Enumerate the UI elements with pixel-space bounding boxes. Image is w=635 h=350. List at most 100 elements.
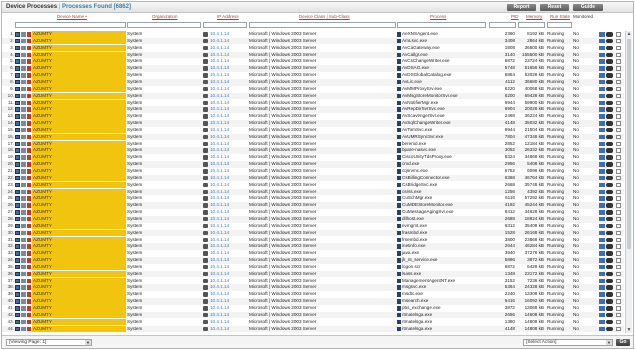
edit-icon[interactable] — [599, 134, 605, 140]
device-icon[interactable] — [15, 148, 20, 153]
toolbox-icon[interactable] — [21, 155, 26, 160]
edit-icon[interactable] — [599, 121, 605, 126]
ip-terminal-icon[interactable] — [203, 312, 208, 318]
toolbox-icon[interactable] — [21, 312, 26, 318]
ip-address-cell[interactable]: 10.4.1.14 — [210, 264, 246, 271]
scroll-down-icon[interactable]: ▼ — [626, 327, 632, 333]
device-name-cell[interactable]: AZUMTY — [32, 78, 126, 86]
bug-icon[interactable] — [27, 210, 31, 215]
ip-terminal-icon[interactable] — [203, 141, 208, 147]
ip-terminal-icon[interactable] — [203, 52, 208, 58]
device-icon[interactable] — [15, 114, 20, 119]
col-memory[interactable]: Memory — [526, 14, 542, 19]
row-checkbox[interactable] — [616, 306, 621, 311]
ip-address-cell[interactable]: 10.4.1.14 — [210, 120, 246, 127]
go-button[interactable]: Go — [616, 339, 630, 346]
toolbox-icon[interactable] — [21, 32, 26, 37]
camera-icon[interactable] — [606, 155, 613, 160]
ip-address-cell[interactable]: 10.4.1.14 — [210, 127, 246, 134]
ip-address-cell[interactable]: 10.4.1.14 — [210, 72, 246, 79]
device-icon[interactable] — [15, 203, 20, 208]
camera-icon[interactable] — [606, 66, 613, 71]
row-checkbox[interactable] — [616, 134, 621, 140]
col-organization[interactable]: Organization — [152, 14, 178, 19]
select-action-dropdown[interactable]: [Select Action] ▼ — [523, 339, 613, 346]
device-icon[interactable] — [15, 59, 20, 64]
organization-filter-input[interactable] — [127, 22, 201, 28]
camera-icon[interactable] — [606, 264, 613, 270]
bug-icon[interactable] — [27, 141, 31, 147]
ip-terminal-icon[interactable] — [203, 258, 208, 263]
toolbox-icon[interactable] — [21, 100, 26, 105]
row-checkbox[interactable] — [616, 299, 621, 304]
edit-icon[interactable] — [599, 210, 605, 215]
row-checkbox[interactable] — [616, 285, 621, 290]
edit-icon[interactable] — [599, 148, 605, 153]
ip-address-cell[interactable]: 10.4.1.14 — [210, 38, 246, 45]
ip-terminal-icon[interactable] — [203, 299, 208, 304]
bug-icon[interactable] — [27, 182, 31, 188]
edit-icon[interactable] — [599, 196, 605, 201]
edit-icon[interactable] — [599, 32, 605, 37]
toolbox-icon[interactable] — [21, 148, 26, 153]
toolbox-icon[interactable] — [21, 326, 26, 332]
ip-terminal-icon[interactable] — [203, 169, 208, 174]
ip-terminal-icon[interactable] — [203, 292, 208, 297]
ip-address-cell[interactable]: 10.4.1.14 — [210, 45, 246, 52]
device-icon[interactable] — [15, 38, 20, 44]
ip-address-cell[interactable]: 10.4.1.14 — [210, 147, 246, 154]
edit-icon[interactable] — [599, 162, 605, 167]
edit-icon[interactable] — [599, 155, 605, 160]
device-name-cell[interactable]: AZUMTY — [32, 298, 126, 305]
device-icon[interactable] — [15, 141, 20, 147]
edit-icon[interactable] — [599, 251, 605, 256]
camera-icon[interactable] — [606, 251, 613, 256]
bug-icon[interactable] — [27, 216, 31, 222]
row-checkbox[interactable] — [616, 114, 621, 119]
ip-terminal-icon[interactable] — [203, 127, 208, 133]
camera-icon[interactable] — [606, 100, 613, 105]
row-checkbox[interactable] — [616, 292, 621, 297]
row-checkbox[interactable] — [616, 66, 621, 71]
ip-terminal-icon[interactable] — [203, 306, 208, 311]
device-name-cell[interactable]: AZUMTY — [32, 161, 126, 168]
ip-terminal-icon[interactable] — [203, 264, 208, 270]
edit-icon[interactable] — [599, 271, 605, 277]
edit-icon[interactable] — [599, 93, 605, 99]
device-name-cell[interactable]: AZUMTY — [32, 99, 126, 107]
camera-icon[interactable] — [606, 319, 613, 325]
device-icon[interactable] — [15, 45, 20, 51]
device-icon[interactable] — [15, 32, 20, 37]
camera-icon[interactable] — [606, 182, 613, 188]
ip-address-cell[interactable]: 10.4.1.14 — [210, 31, 246, 38]
camera-icon[interactable] — [606, 271, 613, 277]
edit-icon[interactable] — [599, 292, 605, 297]
toolbox-icon[interactable] — [21, 141, 26, 147]
pid-filter-input[interactable] — [489, 22, 516, 28]
row-checkbox[interactable] — [616, 326, 621, 332]
ip-terminal-icon[interactable] — [203, 155, 208, 160]
row-checkbox[interactable] — [616, 230, 621, 236]
ip-terminal-icon[interactable] — [203, 32, 208, 37]
ip-address-cell[interactable]: 10.4.1.14 — [210, 216, 246, 223]
device-name-cell[interactable]: AZUMTY — [32, 325, 126, 333]
ip-address-cell[interactable]: 10.4.1.14 — [210, 195, 246, 202]
device-name-cell[interactable]: AZUMTY — [32, 72, 126, 79]
ip-terminal-icon[interactable] — [203, 86, 208, 92]
camera-icon[interactable] — [606, 127, 613, 133]
edit-icon[interactable] — [599, 230, 605, 236]
camera-icon[interactable] — [606, 285, 613, 290]
device-icon[interactable] — [15, 100, 20, 105]
device-name-cell[interactable]: AZUMTY — [32, 229, 126, 237]
toolbox-icon[interactable] — [21, 79, 26, 85]
col-pid[interactable]: PID — [511, 14, 519, 19]
bug-icon[interactable] — [27, 162, 31, 167]
bug-icon[interactable] — [27, 258, 31, 263]
bug-icon[interactable] — [27, 134, 31, 140]
device-icon[interactable] — [15, 292, 20, 297]
row-checkbox[interactable] — [616, 264, 621, 270]
row-checkbox[interactable] — [616, 93, 621, 99]
device-name-cell[interactable]: AZUMTY — [32, 311, 126, 319]
memory-filter-input[interactable] — [518, 22, 545, 28]
row-checkbox[interactable] — [616, 258, 621, 263]
